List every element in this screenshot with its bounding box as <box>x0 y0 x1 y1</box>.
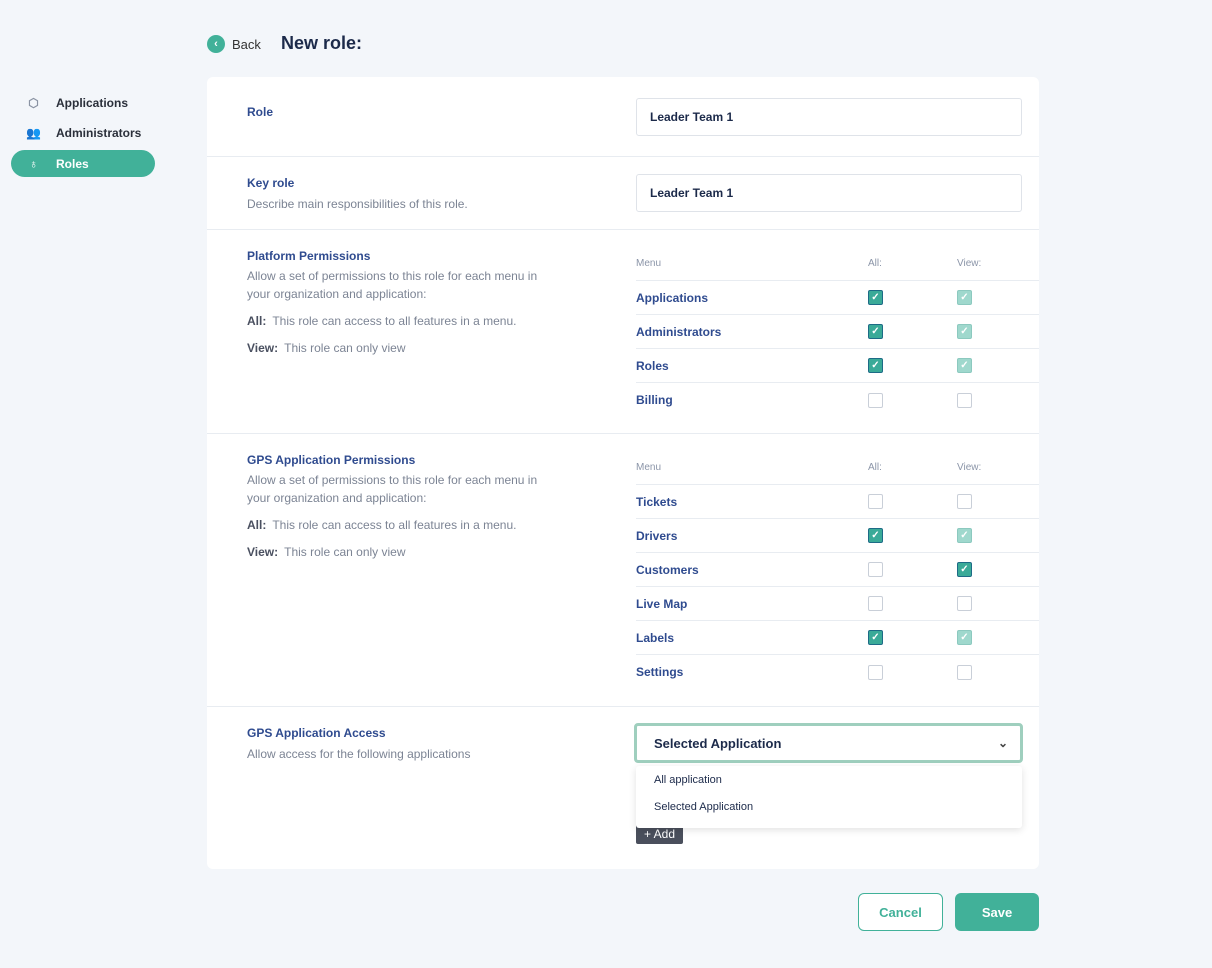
access-dropdown-menu: All application Selected Application <box>636 766 1022 828</box>
column-header: Menu <box>636 258 662 269</box>
key-role-section: Key role Describe main responsibilities … <box>207 157 1039 230</box>
view-checkbox[interactable]: ✓ <box>957 528 972 543</box>
gps-section: GPS Application Permissions Allow a set … <box>207 434 1039 707</box>
column-header: All: <box>868 462 882 473</box>
view-checkbox[interactable]: ✓ <box>957 630 972 645</box>
table-row: Billing <box>636 383 1039 417</box>
gps-all-note: All: This role can access to all features… <box>247 518 517 532</box>
platform-description: Allow a set of permissions to this role … <box>247 269 538 301</box>
all-checkbox[interactable] <box>868 494 883 509</box>
table-row: Administrators ✓ ✓ <box>636 315 1039 349</box>
access-select[interactable]: Selected Application ⌄ <box>634 723 1023 763</box>
gps-label: GPS Application Permissions <box>247 453 416 467</box>
badge-icon: ♁ <box>29 156 38 171</box>
menu-name: Customers <box>636 562 699 577</box>
menu-name: Labels <box>636 630 675 645</box>
cube-icon: ⬡ <box>28 95 39 110</box>
table-row: Drivers ✓ ✓ <box>636 519 1039 553</box>
back-button[interactable]: ‹ Back <box>207 35 261 53</box>
column-header: All: <box>868 258 882 269</box>
sidebar-item-administrators[interactable]: 👥 Administrators <box>11 119 155 146</box>
key-role-description: Describe main responsibilities of this r… <box>247 197 468 211</box>
column-header: View: <box>957 462 982 473</box>
gps-description: Allow a set of permissions to this role … <box>247 473 538 505</box>
platform-label: Platform Permissions <box>247 249 371 263</box>
view-checkbox[interactable] <box>957 596 972 611</box>
table-row: Live Map <box>636 587 1039 621</box>
access-select-value: Selected Application <box>654 735 782 751</box>
all-checkbox[interactable] <box>868 562 883 577</box>
back-label: Back <box>232 36 261 52</box>
platform-all-note: All: This role can access to all features… <box>247 314 517 328</box>
role-input[interactable]: Leader Team 1 <box>636 98 1022 136</box>
all-checkbox[interactable] <box>868 664 883 680</box>
menu-name: Applications <box>636 290 709 305</box>
view-checkbox[interactable] <box>957 664 972 680</box>
table-row: Tickets <box>636 485 1039 519</box>
sidebar-item-applications[interactable]: ⬡ Applications <box>11 89 155 116</box>
column-header: View: <box>957 258 982 269</box>
role-label: Role <box>247 105 274 119</box>
access-section: GPS Application Access Allow access for … <box>207 707 1039 869</box>
gps-permissions-table: Menu All: View: Tickets Drivers ✓ ✓ Customers ✓ L… <box>636 451 1039 689</box>
view-checkbox[interactable] <box>957 494 972 509</box>
save-button[interactable]: Save <box>955 893 1039 931</box>
view-checkbox[interactable] <box>957 392 972 408</box>
option-selected-application[interactable]: Selected Application <box>636 793 1022 820</box>
key-role-label: Key role <box>247 176 295 190</box>
all-checkbox[interactable] <box>868 392 883 408</box>
option-all-application[interactable]: All application <box>636 766 1022 793</box>
table-row: Settings <box>636 655 1039 689</box>
platform-view-note: View: This role can only view <box>247 341 406 355</box>
all-checkbox[interactable]: ✓ <box>868 358 883 373</box>
view-checkbox[interactable]: ✓ <box>957 324 972 339</box>
sidebar-item-label: Roles <box>56 156 89 171</box>
table-row: Applications ✓ ✓ <box>636 281 1039 315</box>
users-icon: 👥 <box>26 125 41 140</box>
all-checkbox[interactable]: ✓ <box>868 528 883 543</box>
platform-permissions-table: Menu All: View: Applications ✓ ✓ Administrator… <box>636 247 1039 417</box>
access-description: Allow access for the following applicati… <box>247 747 471 761</box>
all-checkbox[interactable]: ✓ <box>868 630 883 645</box>
menu-name: Settings <box>636 665 684 679</box>
view-checkbox[interactable]: ✓ <box>957 290 972 305</box>
page-title: New role: <box>281 33 363 53</box>
view-checkbox[interactable]: ✓ <box>957 358 972 373</box>
table-row: Roles ✓ ✓ <box>636 349 1039 383</box>
key-role-input[interactable]: Leader Team 1 <box>636 174 1022 212</box>
all-checkbox[interactable]: ✓ <box>868 324 883 339</box>
table-header: Menu All: View: <box>636 247 1039 281</box>
table-header: Menu All: View: <box>636 451 1039 485</box>
role-section: Role Leader Team 1 <box>207 77 1039 157</box>
all-checkbox[interactable] <box>868 596 883 611</box>
chevron-down-icon: ⌄ <box>997 736 1008 750</box>
platform-section: Platform Permissions Allow a set of perm… <box>207 230 1039 434</box>
sidebar-item-label: Administrators <box>56 125 142 140</box>
column-header: Menu <box>636 462 662 473</box>
view-checkbox[interactable]: ✓ <box>957 562 972 577</box>
menu-name: Tickets <box>636 494 678 509</box>
menu-name: Roles <box>636 358 669 373</box>
role-form: Role Leader Team 1 Key role Describe mai… <box>207 77 1039 869</box>
gps-view-note: View: This role can only view <box>247 545 406 559</box>
sidebar-item-roles[interactable]: ♁ Roles <box>11 150 155 177</box>
menu-name: Billing <box>636 393 673 407</box>
table-row: Labels ✓ ✓ <box>636 621 1039 655</box>
sidebar-item-label: Applications <box>56 95 129 110</box>
cancel-button[interactable]: Cancel <box>858 893 943 931</box>
all-checkbox[interactable]: ✓ <box>868 290 883 305</box>
access-label: GPS Application Access <box>247 726 386 740</box>
table-row: Customers ✓ <box>636 553 1039 587</box>
chevron-left-icon: ‹ <box>207 35 225 53</box>
menu-name: Drivers <box>636 528 678 543</box>
menu-name: Administrators <box>636 324 722 339</box>
menu-name: Live Map <box>636 596 688 611</box>
